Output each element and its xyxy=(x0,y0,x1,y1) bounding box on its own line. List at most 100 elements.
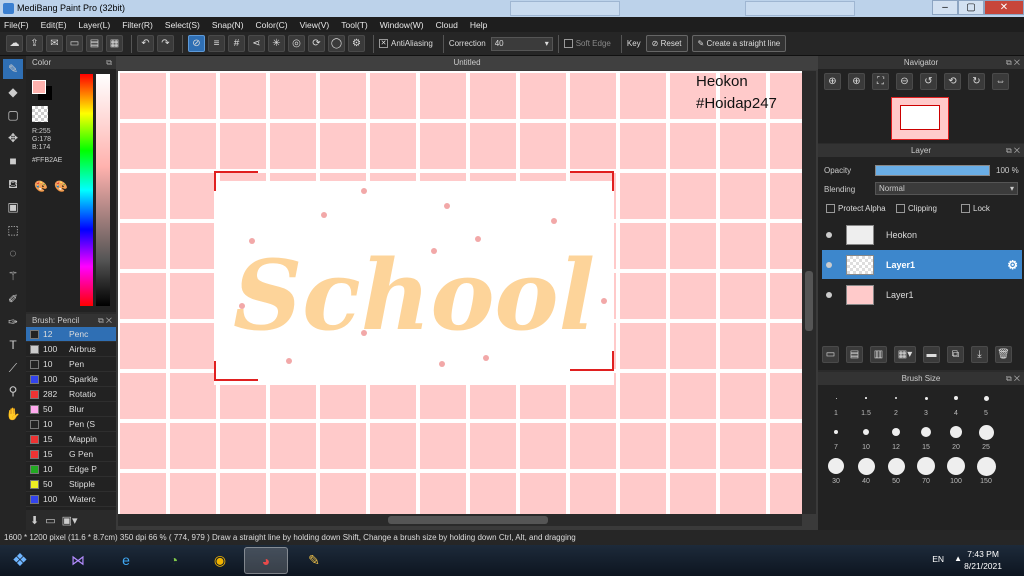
clock[interactable]: 7:43 PM 8/21/2021 xyxy=(964,548,1002,572)
maximize-button[interactable]: ▢ xyxy=(958,0,984,15)
transparent-swatch[interactable] xyxy=(32,106,48,122)
lasso-tool-icon[interactable]: ◌ xyxy=(3,243,23,263)
navigator-thumbnail[interactable] xyxy=(891,97,949,140)
medibang-task-icon[interactable]: ◕ xyxy=(244,547,288,574)
select-eraser-tool-icon[interactable]: ✑ xyxy=(3,312,23,332)
magic-wand-tool-icon[interactable]: ⚚ xyxy=(3,266,23,286)
new-1bit-layer-icon[interactable]: ▥ xyxy=(870,346,887,363)
brush-size-option[interactable]: 12 xyxy=(882,422,910,452)
menu-snap[interactable]: Snap(N) xyxy=(212,20,244,30)
snap-parallel-icon[interactable]: ≡ xyxy=(208,35,225,52)
brush-list-item[interactable]: 100 Airbrus xyxy=(26,342,116,357)
layer-row[interactable]: Heokon xyxy=(822,220,1022,249)
brush-list-item[interactable]: 12 Penc xyxy=(26,327,116,342)
protect-alpha-toggle[interactable]: Protect Alpha xyxy=(826,204,886,213)
eraser-tool-icon[interactable]: ◆ xyxy=(3,82,23,102)
text-tool-icon[interactable]: T xyxy=(3,335,23,355)
menu-tool[interactable]: Tool(T) xyxy=(341,20,367,30)
protect-alpha-checkbox[interactable] xyxy=(826,204,835,213)
brush-list-item[interactable]: 50 Blur xyxy=(26,402,116,417)
gear-icon[interactable]: ⚙ xyxy=(1007,258,1018,272)
snap-radial-icon[interactable]: ✳ xyxy=(268,35,285,52)
layer-row-selected[interactable]: Layer1 ⚙ xyxy=(822,250,1022,279)
brush-size-option[interactable]: 10 xyxy=(852,422,880,452)
brush-size-option[interactable]: 25 xyxy=(972,422,1000,452)
lock-toggle[interactable]: Lock xyxy=(961,204,990,213)
background-window-tab[interactable] xyxy=(745,1,855,16)
palette-icon[interactable]: 🎨 xyxy=(34,180,48,193)
merge-layer-icon[interactable]: ⤓ xyxy=(971,346,988,363)
vertical-scroll-thumb[interactable] xyxy=(805,271,813,331)
brush-size-option[interactable]: 40 xyxy=(852,456,880,486)
clipping-checkbox[interactable] xyxy=(896,204,905,213)
menu-file[interactable]: File(F) xyxy=(4,20,29,30)
tray-arrow-icon[interactable]: ▲ xyxy=(954,554,962,563)
panel-float-icon[interactable]: ⧉ xyxy=(106,56,112,69)
close-button[interactable]: ✕ xyxy=(984,0,1024,15)
new-halftone-layer-icon[interactable]: ▤ xyxy=(846,346,863,363)
select-tool-icon[interactable]: ⬚ xyxy=(3,220,23,240)
antialiasing-toggle[interactable]: ✕ AntiAliasing xyxy=(379,39,433,48)
brush-size-option[interactable]: 50 xyxy=(882,456,910,486)
share-icon[interactable]: ⇪ xyxy=(26,35,43,52)
brush-add-icon[interactable]: ▭ xyxy=(45,514,55,527)
bucket-tool-icon[interactable]: ⛾ xyxy=(3,174,23,194)
snap-off-icon[interactable]: ⊘ xyxy=(188,35,205,52)
hue-slider[interactable] xyxy=(80,74,93,306)
snap-ellipse-icon[interactable]: ◯ xyxy=(328,35,345,52)
fill-tool-icon[interactable]: ■ xyxy=(3,151,23,171)
cloud-icon[interactable]: ☁ xyxy=(6,35,23,52)
background-window-tab[interactable] xyxy=(510,1,620,16)
menu-view[interactable]: View(V) xyxy=(300,20,330,30)
drawing-canvas[interactable]: School Heokon #Hoidap247 xyxy=(118,71,802,514)
menu-layer[interactable]: Layer(L) xyxy=(79,20,111,30)
new-file-icon[interactable]: ▭ xyxy=(66,35,83,52)
delete-layer-icon[interactable]: 🗑 xyxy=(995,346,1012,363)
select-pen-tool-icon[interactable]: ✐ xyxy=(3,289,23,309)
snap-curve-icon[interactable]: ⟳ xyxy=(308,35,325,52)
rotate-right-icon[interactable]: ↻ xyxy=(968,73,985,90)
rotate-left-icon[interactable]: ↺ xyxy=(920,73,937,90)
brush-tool-icon[interactable]: ✎ xyxy=(3,59,23,79)
redo-icon[interactable]: ↷ xyxy=(157,35,174,52)
color-saturation-bar[interactable] xyxy=(96,74,110,306)
snap-circle-icon[interactable]: ◎ xyxy=(288,35,305,52)
panel-float-icon[interactable]: ⧉ ✕ xyxy=(98,314,112,327)
flip-icon[interactable]: ⇔ xyxy=(992,73,1009,90)
brush-size-option[interactable]: 70 xyxy=(912,456,940,486)
hand-tool-icon[interactable]: ✋ xyxy=(3,404,23,424)
lock-checkbox[interactable] xyxy=(961,204,970,213)
brush-size-option[interactable]: 7 xyxy=(822,422,850,452)
layer-row[interactable]: Layer1 xyxy=(822,280,1022,309)
snap-vanish-icon[interactable]: ⋖ xyxy=(248,35,265,52)
layer-menu-icon[interactable]: ▦▾ xyxy=(894,346,916,363)
move-tool-icon[interactable]: ✥ xyxy=(3,128,23,148)
eyedropper-tool-icon[interactable]: ⚲ xyxy=(3,381,23,401)
comment-icon[interactable]: ✉ xyxy=(46,35,63,52)
zoom-out-icon[interactable]: ⊖ xyxy=(896,73,913,90)
menu-edit[interactable]: Edit(E) xyxy=(41,20,67,30)
coccoc-icon[interactable]: ◔ xyxy=(152,547,196,574)
fit-icon[interactable]: ⛶ xyxy=(872,73,889,90)
horizontal-scroll-thumb[interactable] xyxy=(388,516,548,524)
brush-size-option[interactable]: 1 xyxy=(822,388,850,418)
vertical-scrollbar[interactable] xyxy=(802,71,816,514)
eye-icon[interactable] xyxy=(826,291,832,298)
zoom-in-2-icon[interactable]: ⊕ xyxy=(848,73,865,90)
brush-list-item[interactable]: 10 Edge P xyxy=(26,462,116,477)
visual-studio-icon[interactable]: ⋈ xyxy=(56,547,100,574)
menu-window[interactable]: Window(W) xyxy=(380,20,424,30)
brush-list-item[interactable]: 15 Mappin xyxy=(26,432,116,447)
menu-filter[interactable]: Filter(R) xyxy=(122,20,153,30)
brush-download-icon[interactable]: ⬇ xyxy=(30,514,39,527)
internet-explorer-icon[interactable]: e xyxy=(104,547,148,574)
new-layer-icon[interactable]: ▭ xyxy=(822,346,839,363)
menu-cloud[interactable]: Cloud xyxy=(436,20,458,30)
eye-icon[interactable] xyxy=(826,231,832,238)
duplicate-layer-icon[interactable]: ⧉ xyxy=(947,346,964,363)
brush-list-item[interactable]: 15 G Pen xyxy=(26,447,116,462)
snap-settings-icon[interactable]: ⚙ xyxy=(348,35,365,52)
straight-line-button[interactable]: ✎ Create a straight line xyxy=(691,35,787,52)
brush-size-option[interactable]: 4 xyxy=(942,388,970,418)
brush-size-option[interactable]: 2 xyxy=(882,388,910,418)
